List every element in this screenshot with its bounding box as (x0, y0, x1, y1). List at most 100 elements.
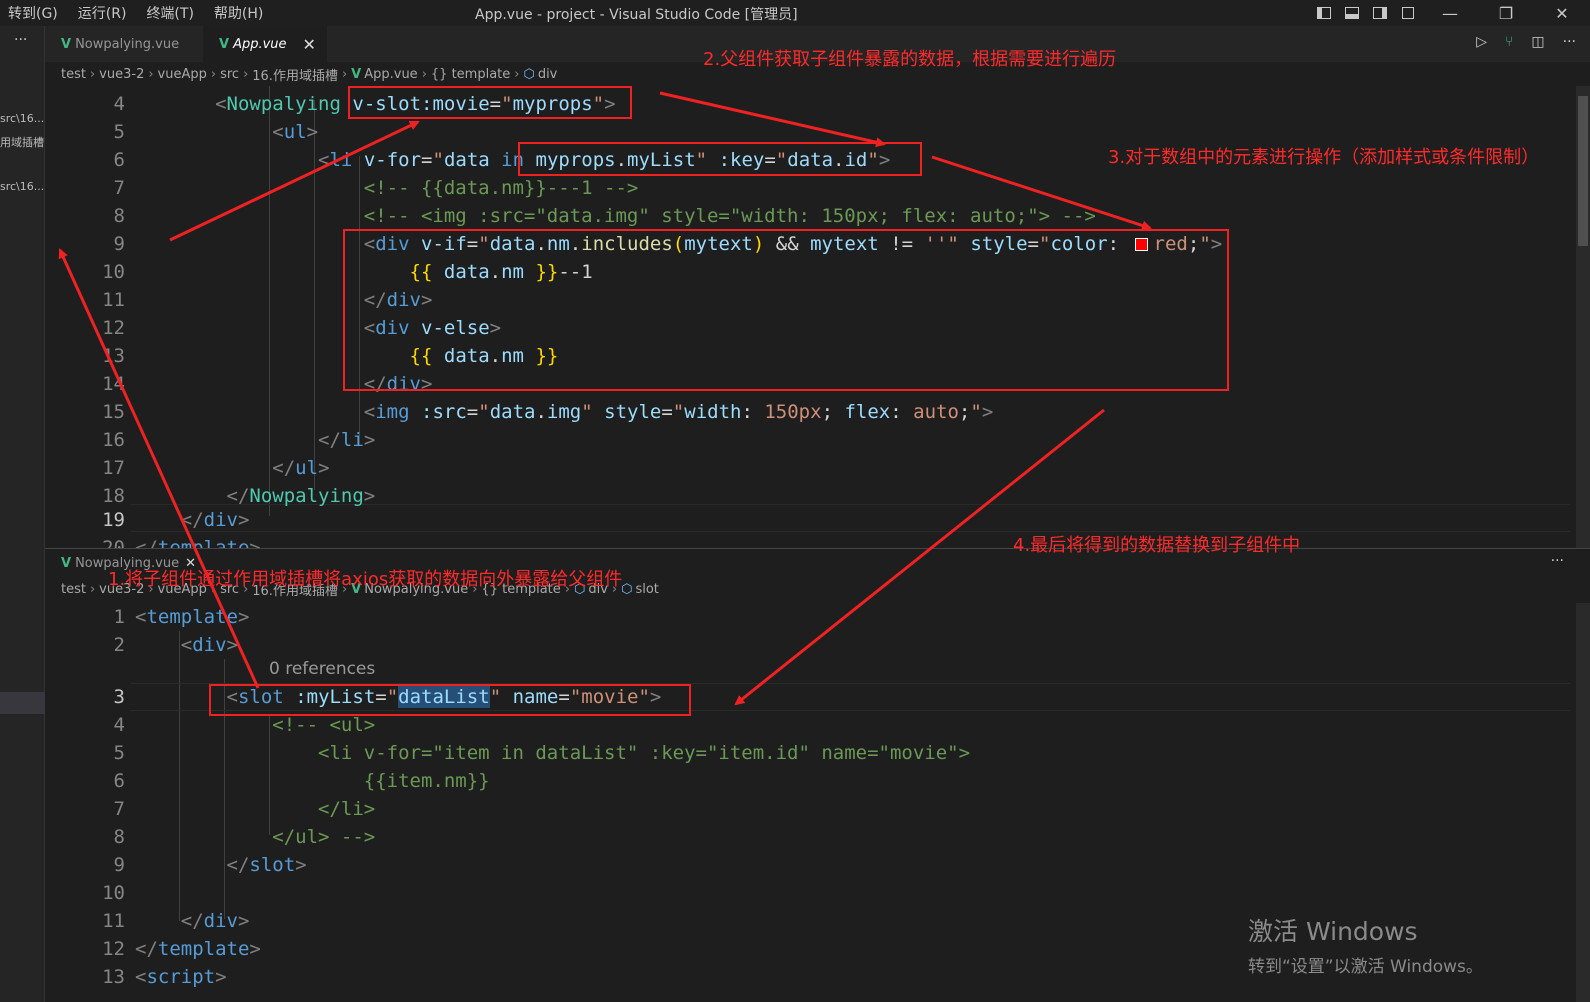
breadcrumb-item[interactable]: {} template (431, 67, 510, 82)
code-line: <slot :myList="dataList" name="movie"> (226, 686, 662, 708)
top-tab-bar: V Nowpalying.vue V App.vue ✕ ▷ ⑂ ◫ ··· (45, 26, 1590, 62)
breadcrumb-item[interactable]: src (220, 67, 239, 82)
top-code-area[interactable]: 4 5 6 7 8 9 10 11 12 13 14 15 16 17 18 1… (45, 86, 1590, 548)
line-number: 1 (113, 606, 125, 628)
code-line: <!-- {{data.nm}}---1 --> (363, 177, 639, 199)
vue-file-icon: V (351, 581, 362, 597)
breadcrumb-item[interactable]: test (61, 67, 86, 82)
menu-item-terminal[interactable]: 终端(T) (146, 3, 193, 23)
chevron-right-icon: › (243, 581, 249, 597)
customize-layout-icon[interactable] (1394, 0, 1422, 26)
more-actions-icon[interactable]: ··· (1551, 553, 1564, 569)
restore-button[interactable]: ❐ (1478, 0, 1534, 26)
breadcrumb-item[interactable]: vue3-2 (99, 67, 144, 82)
code-line: <ul> (272, 121, 319, 143)
branch-compare-icon[interactable]: ⑂ (1505, 34, 1513, 50)
line-number: 15 (102, 401, 125, 423)
close-tab-icon[interactable]: ✕ (185, 556, 196, 571)
tab-app-vue[interactable]: V App.vue ✕ (203, 26, 327, 62)
toggle-panel-icon[interactable] (1338, 0, 1366, 26)
breadcrumb-item[interactable]: 16.作用域插槽 (252, 65, 338, 84)
split-editor-icon[interactable]: ◫ (1531, 34, 1544, 50)
code-line: <div> (180, 634, 238, 656)
codelens-references[interactable]: 0 references (269, 659, 375, 679)
sidebar-item[interactable]: src\16... (0, 112, 45, 125)
sidebar-more-icon[interactable]: ··· (14, 32, 27, 48)
code-line: </ul> --> (272, 826, 376, 848)
color-swatch-icon[interactable] (1134, 238, 1148, 251)
line-number: 4 (113, 714, 125, 736)
chevron-right-icon: › (243, 66, 249, 82)
line-number: 8 (113, 826, 125, 848)
breadcrumb: test › vue3-2 › vueApp › src › 16.作用域插槽 › V Ap… (45, 62, 1590, 86)
explorer-sidebar: ··· src\16... 用域插槽 src\16... (0, 26, 45, 1002)
scrollbar-thumb[interactable] (1578, 96, 1588, 246)
vue-file-icon: V (219, 36, 230, 52)
sidebar-item[interactable]: 用域插槽 (0, 134, 45, 150)
more-actions-icon[interactable]: ··· (1563, 34, 1576, 50)
breadcrumb-item[interactable]: src (220, 582, 239, 597)
breadcrumb-item[interactable]: div (588, 582, 608, 597)
tab-nowpalying[interactable]: V Nowpalying.vue ✕ (45, 549, 196, 577)
minimize-button[interactable]: — (1422, 0, 1478, 26)
breadcrumb-item[interactable]: vueApp (158, 582, 207, 597)
code-line: </li> (318, 798, 376, 820)
chevron-right-icon: › (341, 66, 348, 82)
toggle-primary-sidebar-icon[interactable] (1310, 0, 1338, 26)
breadcrumb-item[interactable]: test (61, 582, 86, 597)
chevron-right-icon: › (421, 66, 427, 82)
breadcrumb-item[interactable]: {} template (481, 582, 560, 597)
menu-item-run[interactable]: 运行(R) (78, 3, 127, 23)
bottom-tab-bar: V Nowpalying.vue ✕ ··· (45, 549, 1590, 577)
line-number: 20 (102, 537, 125, 548)
close-tab-icon[interactable]: ✕ (303, 35, 316, 54)
sidebar-selected-row[interactable] (0, 692, 45, 714)
run-icon[interactable]: ▷ (1476, 34, 1487, 50)
line-number: 3 (113, 686, 125, 708)
code-line: <!-- <img :src="data.img" style="width: … (363, 205, 1096, 227)
chevron-right-icon: › (89, 66, 96, 82)
windows-activation-watermark: 激活 Windows 转到“设置”以激活 Windows。 (1248, 912, 1483, 977)
line-number: 17 (102, 457, 125, 479)
breadcrumb-item[interactable]: App.vue (364, 67, 417, 82)
breadcrumb-item[interactable]: vueApp (158, 67, 207, 82)
line-number: 8 (113, 205, 125, 227)
code-line: <li v-for="item in dataList" :key="item.… (318, 742, 971, 764)
line-number: 5 (113, 121, 125, 143)
menu-item-help[interactable]: 帮助(H) (214, 3, 263, 23)
line-number: 11 (102, 910, 125, 932)
code-line: {{ data.nm }} (409, 345, 559, 367)
chevron-right-icon: › (210, 66, 217, 82)
bottom-scrollbar[interactable] (1576, 603, 1590, 1002)
line-number: 11 (102, 289, 125, 311)
tab-label: Nowpalying.vue (75, 555, 180, 571)
code-line: </li> (318, 429, 376, 451)
toggle-secondary-sidebar-icon[interactable] (1366, 0, 1394, 26)
code-line: </slot> (226, 854, 307, 876)
chevron-right-icon: › (89, 581, 96, 597)
line-number: 16 (102, 429, 125, 451)
breadcrumb-item[interactable]: Nowpalying.vue (364, 582, 468, 597)
chevron-right-icon: › (611, 581, 618, 597)
tab-label: Nowpalying.vue (75, 36, 180, 52)
code-line: <div v-else> (363, 317, 502, 339)
breadcrumb-item[interactable]: slot (635, 582, 658, 597)
chevron-right-icon: › (472, 581, 478, 597)
breadcrumb-item[interactable]: 16.作用域插槽 (252, 580, 338, 599)
breadcrumb-item[interactable]: div (538, 67, 558, 82)
close-window-button[interactable]: ✕ (1534, 0, 1590, 26)
code-line: <template> (135, 606, 250, 628)
breadcrumb-item[interactable]: vue3-2 (99, 582, 144, 597)
tab-label: App.vue (233, 36, 287, 52)
sidebar-item[interactable]: src\16... (0, 180, 45, 193)
cube-icon: ⬡ (621, 581, 633, 597)
menu-item-goto[interactable]: 转到(G) (8, 3, 58, 23)
code-line: </div> (180, 910, 250, 932)
top-scrollbar[interactable] (1576, 86, 1590, 548)
line-number: 2 (113, 634, 125, 656)
line-number: 7 (113, 798, 125, 820)
chevron-right-icon: › (148, 66, 154, 82)
vue-file-icon: V (61, 555, 72, 571)
code-line: <img :src="data.img" style="width: 150px… (363, 401, 994, 423)
tab-nowpalying[interactable]: V Nowpalying.vue (45, 26, 203, 62)
